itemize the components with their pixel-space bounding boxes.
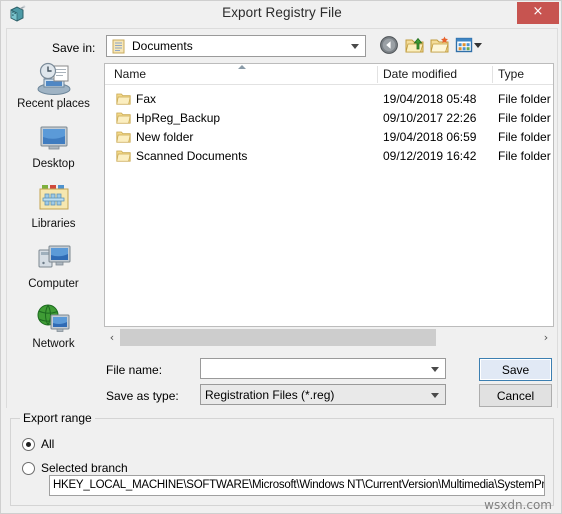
- desktop-icon: [40, 126, 67, 150]
- file-name-input[interactable]: [200, 358, 446, 379]
- folder-icon: [116, 93, 131, 105]
- recent-places-icon: [37, 62, 70, 95]
- table-row[interactable]: New folder 19/04/2018 06:59 File folder: [105, 128, 553, 147]
- sidebar-item-network[interactable]: Network: [7, 301, 100, 350]
- save-in-label: Save in:: [52, 41, 96, 55]
- column-header-date-modified[interactable]: Date modified: [383, 67, 457, 81]
- sidebar-item-libraries[interactable]: Libraries: [7, 181, 100, 230]
- column-header-name[interactable]: Name: [114, 67, 146, 81]
- title-bar: Export Registry File ×: [1, 1, 561, 27]
- sort-ascending-icon: [238, 65, 246, 69]
- documents-folder-icon: [112, 39, 125, 54]
- file-name: Scanned Documents: [136, 149, 248, 163]
- file-name: HpReg_Backup: [136, 111, 221, 125]
- radio-label: All: [41, 437, 55, 451]
- save-as-type-value: Registration Files (*.reg): [205, 388, 335, 402]
- file-type: File folder: [498, 111, 551, 125]
- folder-icon: [116, 150, 131, 162]
- save-button[interactable]: Save: [479, 358, 552, 381]
- table-row[interactable]: HpReg_Backup 09/10/2017 22:26 File folde…: [105, 109, 553, 128]
- chevron-down-icon[interactable]: [431, 366, 439, 372]
- sidebar-item-label: Desktop: [32, 158, 75, 170]
- radio-button-icon[interactable]: [22, 438, 35, 451]
- column-divider[interactable]: [377, 66, 378, 83]
- sidebar-item-label: Recent places: [17, 98, 90, 110]
- folder-icon: [116, 131, 131, 143]
- close-icon: ×: [532, 4, 544, 19]
- table-row[interactable]: Fax 19/04/2018 05:48 File folder: [105, 90, 553, 109]
- cancel-button[interactable]: Cancel: [479, 384, 552, 407]
- libraries-icon: [39, 185, 68, 210]
- selected-branch-path-value: HKEY_LOCAL_MACHINE\SOFTWARE\Microsoft\Wi…: [53, 479, 545, 491]
- export-registry-file-dialog: Export Registry File × Save in: Document…: [0, 0, 562, 514]
- file-name-label: File name:: [106, 363, 163, 377]
- sidebar-item-label: Libraries: [31, 218, 76, 230]
- file-name: New folder: [136, 130, 194, 144]
- sidebar-item-label: Computer: [28, 278, 79, 290]
- sidebar-item-recent-places[interactable]: Recent places: [7, 61, 100, 110]
- save-as-type-combobox[interactable]: Registration Files (*.reg): [200, 384, 446, 405]
- close-button[interactable]: ×: [517, 2, 559, 24]
- views-dropdown-arrow-icon[interactable]: [474, 43, 482, 48]
- horizontal-scrollbar[interactable]: ‹ ›: [104, 328, 554, 347]
- scroll-right-arrow-icon[interactable]: ›: [538, 328, 554, 347]
- export-range-legend: Export range: [20, 411, 95, 425]
- sidebar-item-label: Network: [32, 338, 75, 350]
- file-list-panel[interactable]: Name Date modified Type Fax 19/04/2018 0…: [104, 63, 554, 327]
- file-date-modified: 19/04/2018 05:48: [383, 92, 477, 106]
- save-in-combobox[interactable]: Documents: [106, 35, 366, 57]
- up-one-level-icon[interactable]: [404, 34, 426, 56]
- selected-branch-path-input[interactable]: HKEY_LOCAL_MACHINE\SOFTWARE\Microsoft\Wi…: [49, 475, 545, 496]
- views-icon[interactable]: [453, 34, 475, 56]
- export-range-group: Export range All Selected branch HKEY_LO…: [10, 411, 554, 506]
- places-bar: Recent places Desktop Libraries Computer…: [7, 61, 100, 350]
- save-in-value: Documents: [132, 39, 193, 53]
- chevron-down-icon: [351, 44, 359, 49]
- chevron-down-icon[interactable]: [431, 392, 439, 398]
- file-type: File folder: [498, 92, 551, 106]
- file-date-modified: 09/10/2017 22:26: [383, 111, 477, 125]
- watermark: wsxdn.com: [484, 498, 552, 512]
- sidebar-item-desktop[interactable]: Desktop: [7, 121, 100, 170]
- column-divider[interactable]: [492, 66, 493, 83]
- file-list-header: Name Date modified Type: [105, 64, 553, 85]
- scroll-left-arrow-icon[interactable]: ‹: [104, 328, 120, 347]
- file-name: Fax: [136, 92, 157, 106]
- radio-label: Selected branch: [41, 461, 128, 475]
- sidebar-item-computer[interactable]: Computer: [7, 241, 100, 290]
- table-row[interactable]: Scanned Documents 09/12/2019 16:42 File …: [105, 147, 553, 166]
- file-date-modified: 09/12/2019 16:42: [383, 149, 477, 163]
- radio-button-icon[interactable]: [22, 462, 35, 475]
- scrollbar-thumb[interactable]: [120, 329, 436, 346]
- page-title: Export Registry File: [222, 5, 342, 20]
- network-icon: [37, 304, 69, 332]
- folder-icon: [116, 112, 131, 124]
- save-as-type-label: Save as type:: [106, 389, 179, 403]
- back-icon[interactable]: [378, 34, 400, 56]
- file-type: File folder: [498, 130, 551, 144]
- new-folder-icon[interactable]: [429, 34, 451, 56]
- file-date-modified: 19/04/2018 06:59: [383, 130, 477, 144]
- column-header-type[interactable]: Type: [498, 67, 524, 81]
- computer-icon: [38, 245, 70, 268]
- file-type: File folder: [498, 149, 551, 163]
